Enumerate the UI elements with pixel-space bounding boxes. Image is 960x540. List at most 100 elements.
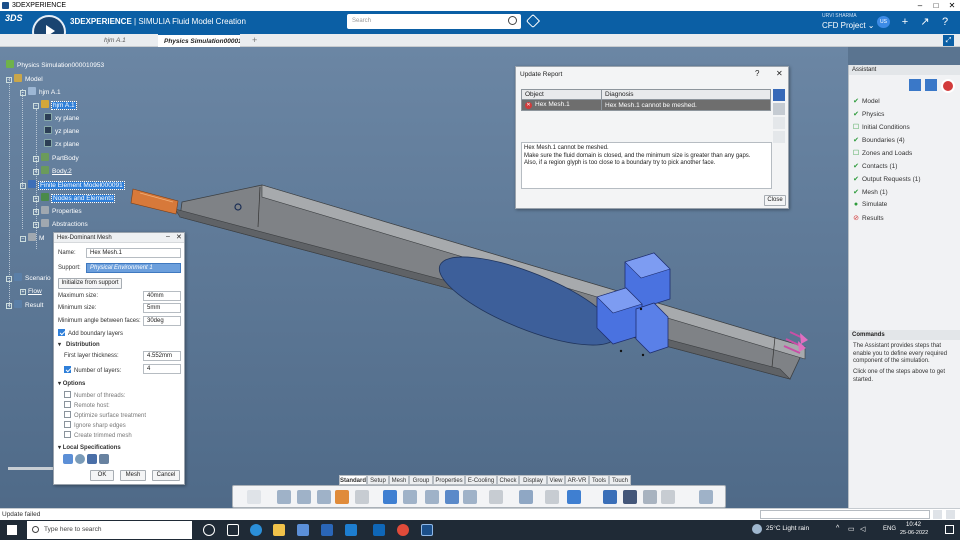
tab-standard[interactable]: Standard bbox=[339, 475, 367, 485]
tree-item-result[interactable]: + Result bbox=[6, 300, 43, 310]
tab-check[interactable]: Check bbox=[497, 475, 519, 485]
file-explorer-icon[interactable] bbox=[273, 524, 285, 536]
support-field[interactable]: Physical Environment 1 bbox=[86, 263, 181, 273]
col-object[interactable]: Object bbox=[521, 89, 602, 100]
help-icon[interactable]: ? bbox=[938, 16, 952, 28]
tree-item-scenario[interactable]: − Scenario bbox=[6, 273, 51, 283]
tree-item-zx-plane[interactable]: zx plane bbox=[44, 139, 79, 149]
project-selector[interactable]: CFD Project ⌄ bbox=[822, 21, 875, 30]
mail-icon[interactable] bbox=[321, 524, 333, 536]
step-contacts[interactable]: ✔ Contacts (1) bbox=[852, 162, 897, 170]
col-diagnosis[interactable]: Diagnosis bbox=[601, 89, 771, 100]
settings-icon[interactable] bbox=[661, 490, 675, 504]
tree-item-properties[interactable]: + Properties bbox=[33, 206, 82, 216]
command-input[interactable] bbox=[760, 510, 930, 519]
tree-item-hjm-part[interactable]: − hjm A.1 bbox=[33, 100, 77, 110]
tab-group[interactable]: Group bbox=[409, 475, 433, 485]
share-icon[interactable]: ↗ bbox=[918, 16, 932, 28]
shape-icon[interactable] bbox=[277, 490, 291, 504]
chrome-icon[interactable] bbox=[397, 524, 409, 536]
min-size-field[interactable]: 5mm bbox=[143, 303, 181, 313]
local-spec-section[interactable]: ▾ Local Specifications bbox=[58, 444, 121, 451]
alert-icon[interactable] bbox=[941, 79, 955, 93]
step-boundaries[interactable]: ✔ Boundaries (4) bbox=[852, 136, 905, 144]
search-input[interactable]: Search bbox=[347, 14, 521, 29]
options-section[interactable]: ▾ Options bbox=[58, 380, 85, 387]
step-mesh[interactable]: ✔ Mesh (1) bbox=[852, 188, 888, 196]
new-tab-button[interactable]: + bbox=[252, 34, 257, 47]
3dexperience-icon[interactable] bbox=[421, 524, 433, 536]
update-report-dialog[interactable]: Update Report ? ✕ Object Diagnosis ✕ Hex … bbox=[515, 66, 789, 209]
task-view-icon[interactable] bbox=[227, 524, 239, 536]
user-avatar[interactable]: US bbox=[877, 16, 890, 28]
close-dialog-button[interactable]: ✕ bbox=[776, 69, 783, 78]
paint-icon[interactable] bbox=[335, 490, 349, 504]
viewport-slider[interactable] bbox=[8, 467, 53, 470]
search-icon[interactable] bbox=[773, 103, 785, 115]
table-icon[interactable] bbox=[355, 490, 369, 504]
expand-toolbar-icon[interactable] bbox=[699, 490, 713, 504]
taskbar-search-input[interactable]: Type here to search bbox=[27, 521, 192, 539]
close-button[interactable]: Close bbox=[764, 195, 786, 206]
help-button[interactable]: ? bbox=[755, 69, 759, 78]
info-icon[interactable] bbox=[925, 79, 937, 91]
tag-icon[interactable] bbox=[525, 13, 541, 29]
mesh-button[interactable]: Mesh bbox=[120, 470, 146, 481]
num-layers-field[interactable]: 4 bbox=[143, 364, 181, 374]
tree-item-flow[interactable]: + Flow bbox=[20, 287, 42, 296]
cortana-icon[interactable] bbox=[203, 524, 215, 536]
hide-show-icon[interactable] bbox=[545, 490, 559, 504]
status-icon[interactable] bbox=[933, 510, 942, 519]
tab-hjm[interactable]: hjm A.1 bbox=[98, 34, 132, 47]
add-icon[interactable]: + bbox=[898, 16, 912, 28]
local-body-icon[interactable] bbox=[87, 454, 97, 464]
num-layers-checkbox[interactable]: Number of layers: bbox=[64, 366, 121, 374]
volume-icon[interactable]: ◁ bbox=[860, 525, 865, 533]
tab-tools[interactable]: Tools bbox=[589, 475, 609, 485]
tree-item-xy-plane[interactable]: xy plane bbox=[44, 113, 79, 123]
app-icon[interactable] bbox=[345, 524, 357, 536]
local-region-icon[interactable] bbox=[99, 454, 109, 464]
tab-ar-vr[interactable]: AR-VR bbox=[565, 475, 589, 485]
pan-icon[interactable] bbox=[445, 490, 459, 504]
close-window-button[interactable]: ✕ bbox=[944, 0, 960, 11]
tree-item-hjm[interactable]: − hjm A.1 bbox=[20, 87, 61, 97]
hex-mesh-dialog[interactable]: Hex-Dominant Mesh – ✕ Name: Hex Mesh.1 S… bbox=[53, 232, 185, 485]
local-size-icon[interactable] bbox=[63, 454, 73, 464]
tab-mesh[interactable]: Mesh bbox=[389, 475, 409, 485]
plot-icon[interactable] bbox=[643, 490, 657, 504]
edge-icon[interactable] bbox=[250, 524, 262, 536]
table-row[interactable]: ✕ Hex Mesh.1 Hex Mesh.1 cannot be meshed. bbox=[521, 99, 771, 111]
tab-properties[interactable]: Properties bbox=[433, 475, 465, 485]
cut-icon[interactable] bbox=[297, 490, 311, 504]
name-field[interactable]: Hex Mesh.1 bbox=[86, 248, 181, 258]
step-model[interactable]: ✔ Model bbox=[852, 97, 880, 105]
mesh-view-icon[interactable] bbox=[603, 490, 617, 504]
store-icon[interactable] bbox=[297, 524, 309, 536]
tab-e-cooling[interactable]: E-Cooling bbox=[465, 475, 497, 485]
max-size-field[interactable]: 40mm bbox=[143, 291, 181, 301]
cancel-button[interactable]: Cancel bbox=[152, 470, 180, 481]
export-icon[interactable] bbox=[773, 131, 785, 143]
optimize-surface-checkbox[interactable]: Optimize surface treatment bbox=[64, 411, 146, 419]
network-icon[interactable]: ▭ bbox=[848, 525, 855, 533]
step-results[interactable]: ⊘ Results bbox=[852, 214, 884, 222]
ok-button[interactable]: OK bbox=[90, 470, 114, 481]
step-zones-loads[interactable]: ☐ Zones and Loads bbox=[852, 149, 912, 157]
clock-date[interactable]: 25-06-2022 bbox=[900, 530, 928, 536]
tree-item-partbody[interactable]: + PartBody bbox=[33, 153, 79, 163]
tree-item-model[interactable]: − Model bbox=[6, 74, 43, 84]
start-icon[interactable] bbox=[7, 525, 17, 535]
distribution-section[interactable]: ▾ Distribution bbox=[58, 341, 100, 348]
remote-host-checkbox[interactable]: Remote host: bbox=[64, 401, 110, 409]
reframe-icon[interactable] bbox=[773, 89, 785, 101]
tab-view[interactable]: View bbox=[547, 475, 565, 485]
minimize-button[interactable]: – bbox=[912, 0, 928, 11]
undo-icon[interactable] bbox=[247, 490, 261, 504]
tree-item-body2[interactable]: + Body.2 bbox=[33, 166, 72, 176]
initialize-from-support-button[interactable]: Initialize from support bbox=[58, 278, 122, 289]
office-icon[interactable] bbox=[373, 524, 385, 536]
rotate-icon[interactable] bbox=[463, 490, 477, 504]
step-output-requests[interactable]: ✔ Output Requests (1) bbox=[852, 175, 920, 183]
tree-item-fem[interactable]: − Finite Element Model000091 bbox=[20, 180, 125, 190]
